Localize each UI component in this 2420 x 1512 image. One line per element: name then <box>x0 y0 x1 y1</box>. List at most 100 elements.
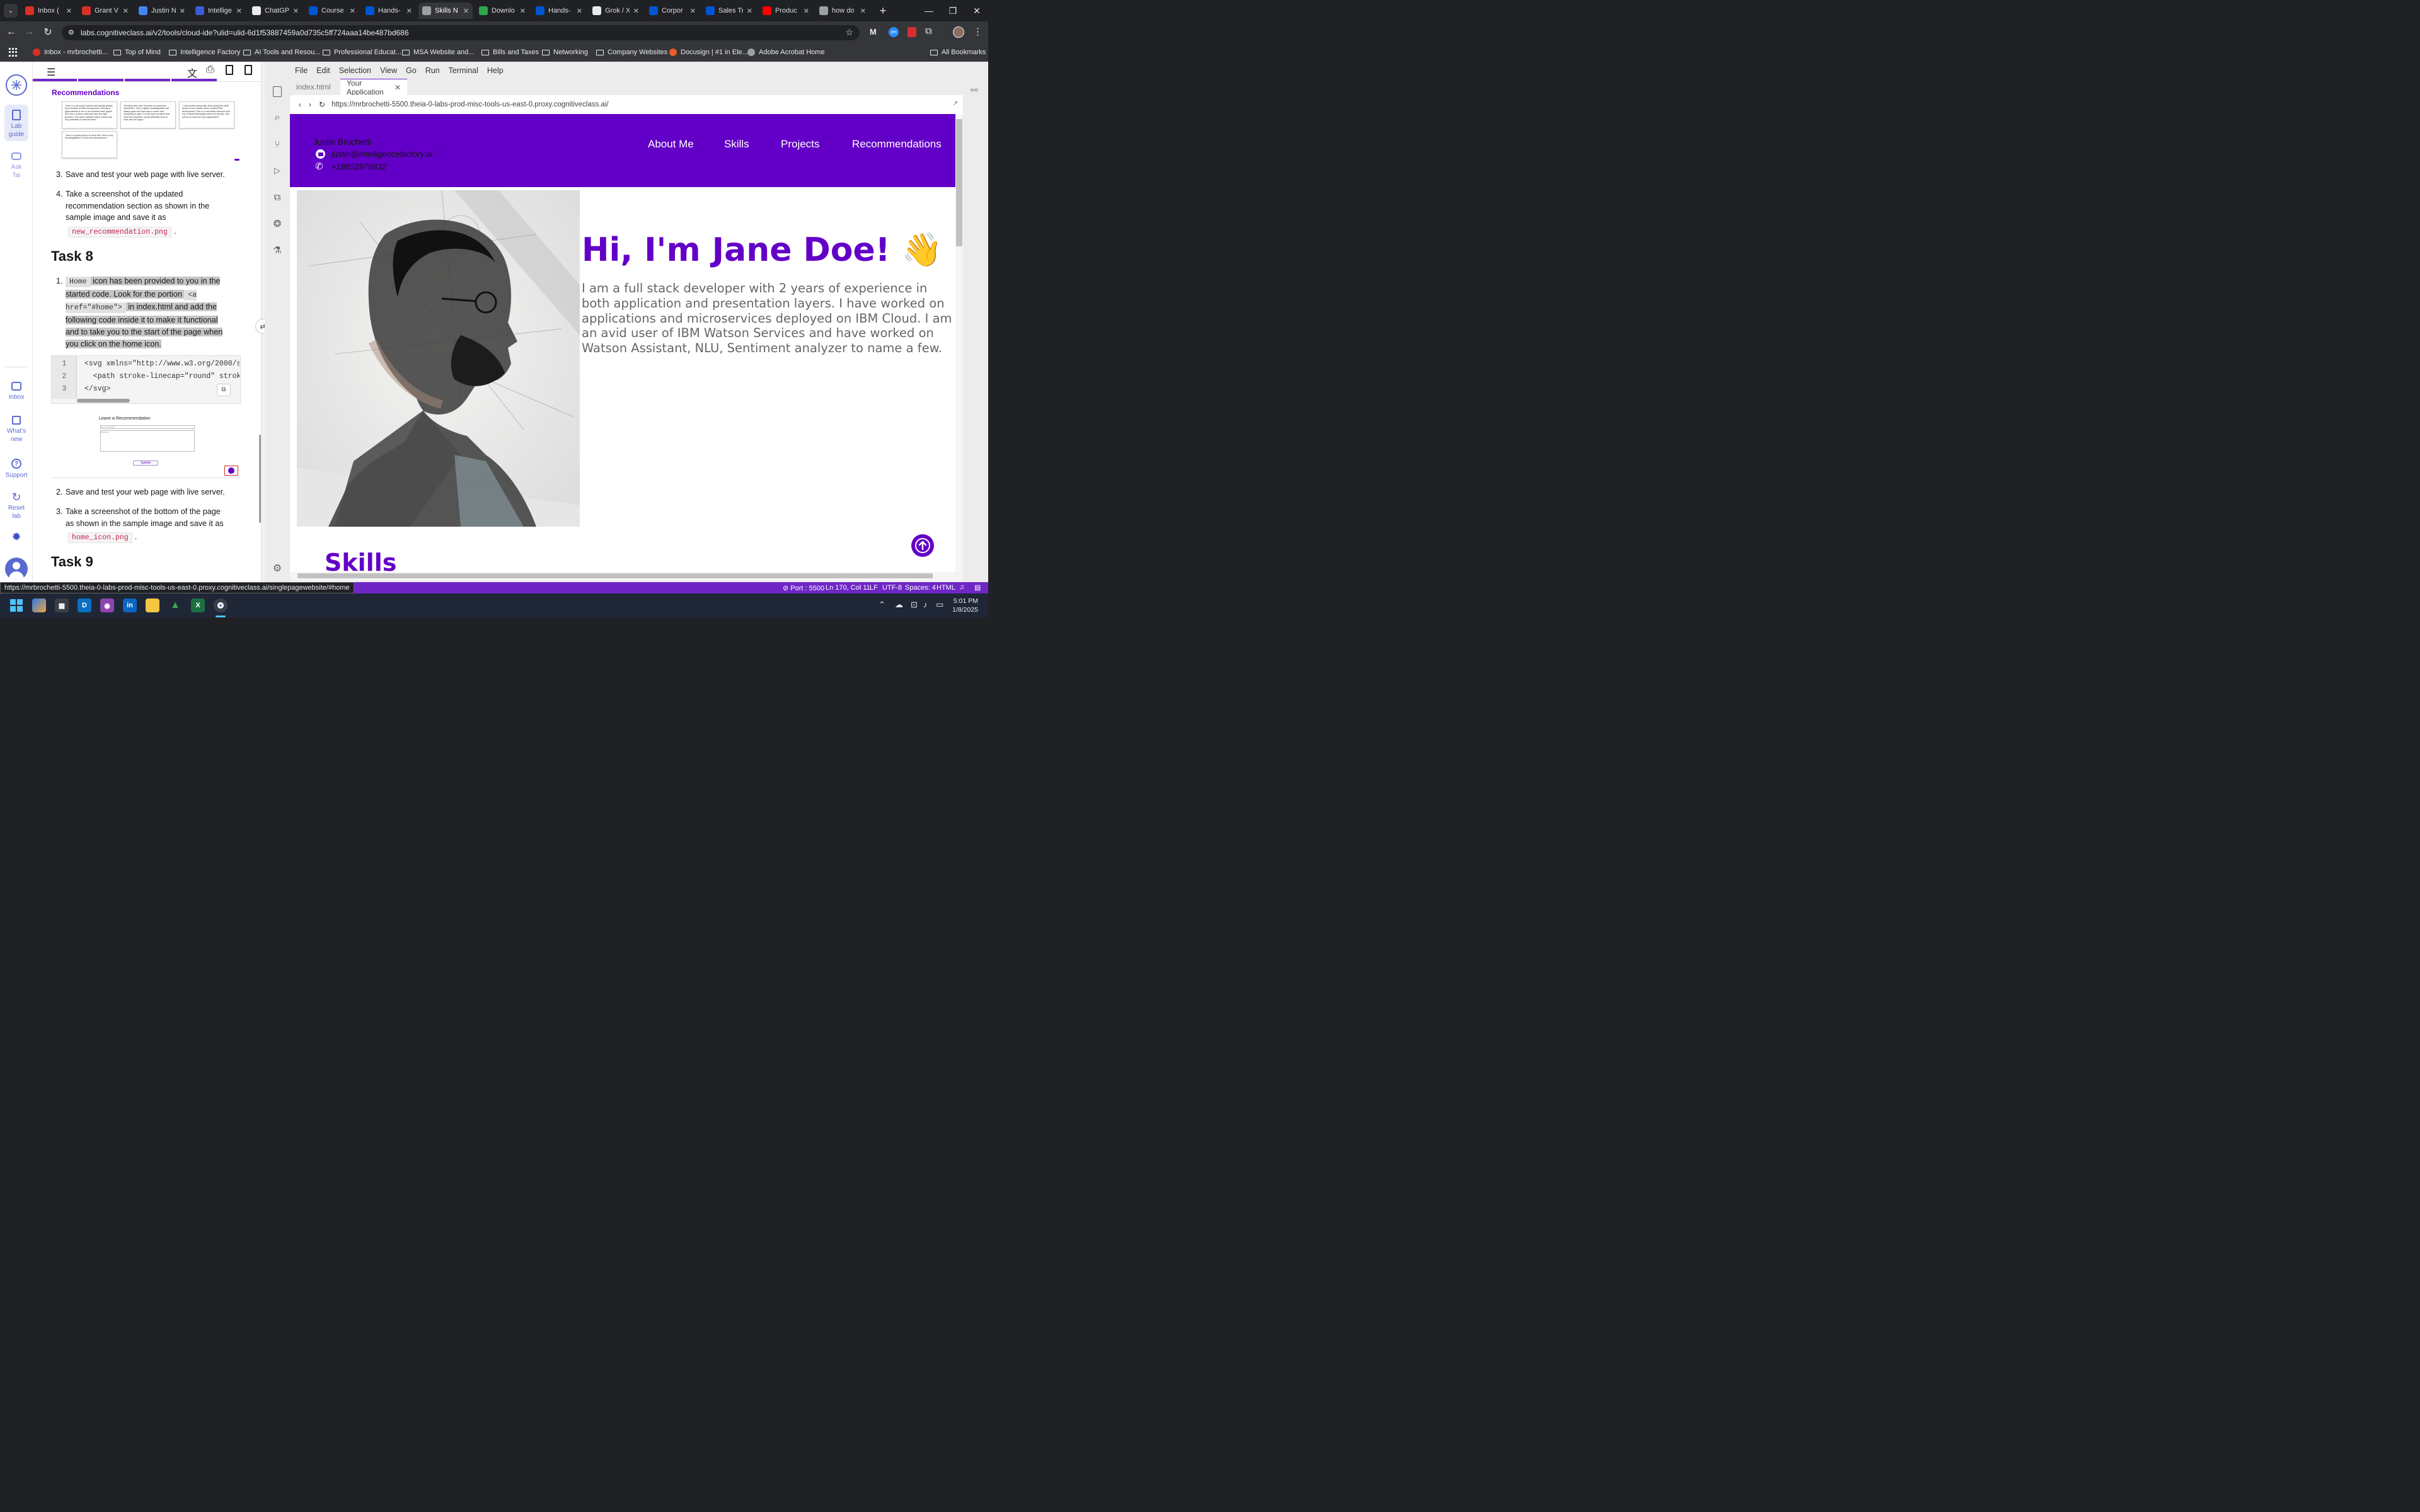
port-status[interactable]: ⊘ Port : 5500 <box>783 584 824 592</box>
bookmark-item[interactable]: MSA Website and... <box>402 47 474 57</box>
search-icon[interactable]: ⌕ <box>270 110 285 125</box>
rail-whats-new[interactable]: What's new <box>0 416 33 444</box>
site-info-icon[interactable]: ⚙ <box>68 28 74 37</box>
preview-reload-button[interactable]: ↻ <box>319 100 325 109</box>
camera-app-icon[interactable]: ◉ <box>100 598 114 612</box>
volume-icon[interactable]: ♪ <box>923 600 928 609</box>
store-icon[interactable]: ▦ <box>55 598 69 612</box>
new-tab-button[interactable]: + <box>876 4 890 18</box>
menu-edit[interactable]: Edit <box>316 66 330 75</box>
tray-chevron-icon[interactable]: ⌃ <box>879 600 885 610</box>
scroll-thumb[interactable] <box>956 119 962 246</box>
back-button[interactable]: ← <box>4 25 18 39</box>
menu-go[interactable]: Go <box>406 66 417 75</box>
bookmark-item[interactable]: AI Tools and Resou... <box>243 47 320 57</box>
skills-network-logo-icon[interactable]: ⚯ <box>971 85 978 96</box>
extension-acrobat-icon[interactable] <box>908 27 916 37</box>
close-tab-icon[interactable]: ✕ <box>180 7 185 15</box>
close-tab-icon[interactable]: ✕ <box>293 7 299 15</box>
extensions-puzzle-icon[interactable]: ⧉ <box>925 26 932 37</box>
cursor-position[interactable]: Ln 170, Col 11 <box>826 584 870 592</box>
dell-icon[interactable]: D <box>78 598 91 612</box>
browser-tab[interactable]: Justin N ✕ <box>135 3 189 19</box>
table-of-contents-icon[interactable]: ☰ <box>47 66 55 79</box>
preview-horizontal-scrollbar[interactable] <box>290 572 955 580</box>
browser-tab[interactable]: Inbox (✕ <box>21 3 76 19</box>
bookmark-item[interactable]: Networking <box>542 47 588 57</box>
reload-button[interactable]: ↻ <box>41 25 55 39</box>
browser-tab[interactable]: Grant V ✕ <box>78 3 132 19</box>
address-bar[interactable]: ⚙ labs.cognitiveclass.ai/v2/tools/cloud-… <box>62 25 860 40</box>
close-tab-icon[interactable]: ✕ <box>236 7 242 15</box>
browser-tab[interactable]: Skills N ✕ <box>418 3 473 19</box>
preview-vertical-scrollbar[interactable] <box>955 114 963 572</box>
close-tab-icon[interactable]: ✕ <box>577 7 582 15</box>
bookmark-item[interactable]: Professional Educat... <box>323 47 401 57</box>
open-external-icon[interactable]: ↗ <box>953 100 958 107</box>
copilot-icon[interactable] <box>32 598 46 612</box>
menu-selection[interactable]: Selection <box>339 66 371 75</box>
preview-forward-button[interactable]: › <box>309 100 311 109</box>
rail-inbox[interactable]: Inbox <box>0 382 33 401</box>
excel-icon[interactable]: X <box>191 598 205 612</box>
browser-tab[interactable]: Sales Tr ✕ <box>702 3 756 19</box>
user-avatar[interactable] <box>5 558 28 580</box>
back-to-top-button[interactable] <box>911 534 934 557</box>
flask-icon[interactable]: ⚗ <box>270 243 285 258</box>
site-email[interactable]: justin@intelligencefactory.ai <box>331 149 432 159</box>
all-bookmarks-button[interactable]: All Bookmarks <box>930 47 986 57</box>
skills-network-toolbox-icon[interactable]: ❂ <box>270 216 285 231</box>
nav-recommendations[interactable]: Recommendations <box>852 138 942 151</box>
forward-button[interactable]: → <box>22 25 36 39</box>
file-encoding[interactable]: UTF-8 <box>882 584 902 592</box>
apps-grid-icon[interactable] <box>9 48 18 57</box>
browser-tab[interactable]: how do ✕ <box>815 3 870 19</box>
browser-tab[interactable]: Hands- ✕ <box>532 3 586 19</box>
tab-index-html[interactable]: index.html <box>290 79 339 95</box>
print-icon[interactable]: ⎙ <box>206 64 214 76</box>
rail-ask-tai[interactable]: Ask Tai <box>0 152 33 180</box>
battery-icon[interactable]: ▭ <box>936 600 943 610</box>
language-mode[interactable]: HTML <box>936 584 955 592</box>
close-tab-icon[interactable]: ✕ <box>747 7 752 15</box>
line-ending[interactable]: LF <box>870 584 878 592</box>
nav-about-me[interactable]: About Me <box>648 138 694 151</box>
close-tab-icon[interactable]: ✕ <box>690 7 696 15</box>
browser-tab[interactable]: Downlo ✕ <box>475 3 529 19</box>
browser-menu-icon[interactable]: ⋮ <box>973 26 982 37</box>
bookmark-item[interactable]: Intelligence Factory <box>169 47 240 57</box>
restore-button[interactable]: ❐ <box>942 4 964 18</box>
notifications-bell-icon[interactable]: ♫ <box>959 583 964 591</box>
browser-tab[interactable]: Course ✕ <box>305 3 359 19</box>
bookmark-item[interactable]: Bills and Taxes <box>481 47 539 57</box>
browser-tab[interactable]: ChatGP ✕ <box>248 3 302 19</box>
close-tab-icon[interactable]: ✕ <box>406 7 412 15</box>
nav-projects[interactable]: Projects <box>781 138 819 151</box>
extension-m-icon[interactable]: M <box>870 27 880 37</box>
skills-network-logo[interactable] <box>6 74 27 96</box>
browser-tab[interactable]: Intellige ✕ <box>192 3 246 19</box>
settings-gear-icon[interactable]: ⚙ <box>270 561 285 576</box>
nav-skills[interactable]: Skills <box>724 138 749 151</box>
theme-toggle[interactable]: ✹ <box>0 531 33 542</box>
bookmark-star-icon[interactable]: ☆ <box>845 27 853 38</box>
close-tab-icon[interactable]: ✕ <box>520 7 526 15</box>
close-tab-icon[interactable]: ✕ <box>463 7 469 15</box>
linkedin-icon[interactable]: in <box>123 598 137 612</box>
rail-support[interactable]: ? Support <box>0 459 33 479</box>
download-file-icon[interactable] <box>226 65 233 75</box>
bookmark-item[interactable]: Company Websites <box>596 47 667 57</box>
run-debug-icon[interactable]: ▷ <box>270 163 285 178</box>
explorer-icon[interactable] <box>270 84 285 99</box>
browser-tab[interactable]: Corpor ✕ <box>645 3 700 19</box>
bookmark-item[interactable]: Inbox - mrbrochetti... <box>33 47 108 57</box>
browser-tab[interactable]: Produc ✕ <box>759 3 813 19</box>
bookmark-item[interactable]: Top of Mind <box>113 47 161 57</box>
close-window-button[interactable]: ✕ <box>965 4 988 18</box>
copy-code-button[interactable]: ⧉ <box>217 384 231 396</box>
system-clock[interactable]: 5:01 PM 1/8/2025 <box>950 597 978 614</box>
menu-help[interactable]: Help <box>487 66 504 75</box>
chrome-icon[interactable] <box>214 598 228 612</box>
menu-run[interactable]: Run <box>425 66 440 75</box>
close-tab-icon[interactable]: ✕ <box>123 7 129 15</box>
